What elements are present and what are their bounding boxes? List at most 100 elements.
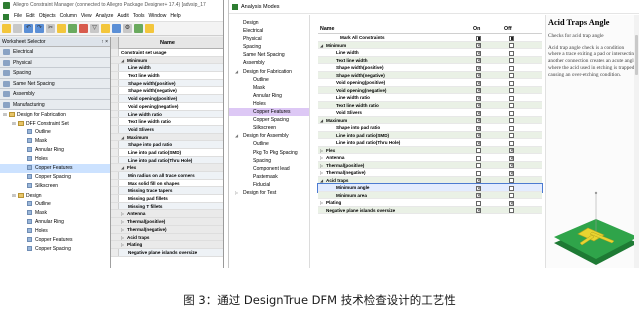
tree-item-annular-ring[interactable]: Annular Ring — [0, 146, 110, 155]
off-checkbox[interactable] — [509, 193, 514, 198]
analysis-row[interactable]: Line width ✕ — [318, 49, 542, 57]
tree-item-dff-constraint-set[interactable]: ⊟ DFF Constraint Set — [0, 119, 110, 128]
tree-item-holes[interactable]: Holes — [0, 227, 110, 236]
expanded-triangle-icon[interactable]: ◢ — [235, 132, 243, 140]
collapsed-triangle-icon[interactable]: ▷ — [235, 189, 243, 197]
on-checkbox[interactable]: ✕ — [476, 58, 481, 63]
scroll-thumb[interactable] — [635, 35, 638, 75]
worksheet-category-spacing[interactable]: Spacing — [0, 68, 110, 79]
worksheet-category-electrical[interactable]: Electrical — [0, 47, 110, 58]
on-checkbox[interactable]: ✕ — [476, 185, 481, 191]
worksheet-category-same-net-spacing[interactable]: Same Net Spacing — [0, 78, 110, 89]
tree-item-copper-features[interactable]: Copper Features — [0, 236, 110, 245]
analysis-row[interactable]: Shape width(negative) ✕ — [318, 71, 542, 79]
off-checkbox[interactable] — [509, 118, 514, 123]
off-checkbox[interactable] — [509, 88, 514, 93]
menu-edit[interactable]: Edit — [24, 11, 37, 21]
off-checkbox[interactable]: ✕ — [509, 200, 514, 206]
off-checkbox[interactable] — [509, 185, 514, 191]
constraint-row[interactable]: ◢ Flex — [111, 164, 223, 172]
on-checkbox[interactable]: ✕ — [476, 103, 481, 108]
on-checkbox[interactable]: ✕ — [476, 50, 481, 56]
constraint-row[interactable]: Line into pad ratio(SMD) — [111, 148, 223, 157]
analysis-row[interactable]: ▷ Thermal(negative) ✕ — [318, 169, 542, 177]
on-checkbox[interactable] — [476, 163, 481, 168]
analysis-row[interactable]: Shape width(positive) ✕ — [318, 64, 542, 72]
off-checkbox[interactable] — [509, 125, 514, 131]
off-checkbox[interactable]: ✕ — [509, 163, 514, 168]
nav-item-mask[interactable]: Mask — [229, 84, 309, 92]
nav-item-design-for-assembly[interactable]: ◢ Design for Assembly — [229, 132, 309, 140]
constraint-row[interactable]: Text line width — [111, 72, 223, 80]
constraint-row[interactable]: ▷ Thermal(positive) — [111, 218, 223, 226]
nav-item-same-net-spacing[interactable]: Same Net Spacing — [229, 51, 309, 59]
on-checkbox[interactable]: ✕ — [476, 140, 481, 146]
constraint-row[interactable]: Void Slivers — [111, 125, 223, 134]
on-checkbox[interactable]: ✕ — [476, 88, 481, 93]
constraint-row[interactable]: Shape width(negative) — [111, 87, 223, 96]
nav-item-assembly[interactable]: Assembly — [229, 59, 309, 67]
collapsed-triangle-icon[interactable]: ▷ — [320, 154, 323, 162]
nav-item-component-lead[interactable]: Component lead — [229, 165, 309, 173]
analysis-row[interactable]: Negative plane islands oversize ✕ — [318, 206, 542, 214]
settings-icon[interactable]: ⚙ — [123, 24, 132, 33]
panel-pin-close-icon[interactable]: ↑ × — [101, 37, 108, 47]
off-checkbox[interactable] — [509, 208, 514, 213]
on-checkbox[interactable] — [476, 170, 481, 176]
undo-icon[interactable]: ↶ — [24, 24, 33, 33]
off-checkbox[interactable] — [509, 58, 514, 63]
analysis-row[interactable]: Line into pad ratio(Thru Hole) ✕ — [318, 139, 542, 147]
analyze-icon[interactable] — [68, 24, 77, 33]
nav-item-physical[interactable]: Physical — [229, 35, 309, 43]
stop-icon[interactable] — [79, 24, 88, 33]
on-checkbox[interactable]: ✕ — [476, 208, 481, 213]
nav-item-design-for-test[interactable]: ▷ Design for Test — [229, 189, 309, 197]
cut-icon[interactable]: ✂ — [46, 24, 55, 33]
constraint-row[interactable]: Text line width ratio — [111, 118, 223, 126]
tree-item-copper-features[interactable]: Copper Features — [0, 164, 110, 173]
analysis-row[interactable]: Text line width ✕ — [318, 56, 542, 64]
off-checkbox[interactable] — [509, 110, 514, 116]
analysis-row[interactable]: ◢ Maximum ✕ — [318, 116, 542, 124]
menu-tools[interactable]: Tools — [131, 11, 147, 21]
off-checkbox[interactable] — [509, 73, 514, 78]
report-icon[interactable] — [145, 24, 154, 33]
menu-app-icon[interactable] — [3, 13, 9, 20]
right-scrollbar[interactable] — [634, 15, 639, 268]
off-checkbox[interactable] — [509, 133, 514, 138]
constraint-row[interactable]: Missing pad fillets — [111, 195, 223, 203]
nav-item-holes[interactable]: Holes — [229, 100, 309, 108]
off-checkbox[interactable] — [509, 140, 514, 146]
nav-item-design[interactable]: Design — [229, 19, 309, 27]
constraint-row[interactable]: ◢ Maximum — [111, 133, 223, 142]
expanded-triangle-icon[interactable]: ◢ — [235, 68, 243, 76]
redo-icon[interactable]: ↷ — [35, 24, 44, 33]
constraint-row[interactable]: ◢ Minimum — [111, 56, 223, 65]
on-checkbox[interactable]: ✕ — [476, 118, 481, 123]
tree-item-silkscreen[interactable]: Silkscreen — [0, 182, 110, 191]
constraint-row[interactable]: Missing trace tapers — [111, 187, 223, 196]
grid-column-header[interactable]: Name — [111, 37, 223, 49]
constraint-row[interactable]: Shape into pad ratio — [111, 141, 223, 149]
analysis-row[interactable]: Void opening(positive) ✕ — [318, 79, 542, 87]
worksheet-category-manufacturing[interactable]: Manufacturing — [0, 99, 110, 110]
analysis-row[interactable]: ▷ Flex ✕ — [318, 146, 542, 154]
menu-window[interactable]: Window — [147, 11, 169, 21]
nav-item-copper-spacing[interactable]: Copper Spacing — [229, 116, 309, 124]
constraint-row[interactable]: Line width ratio — [111, 110, 223, 119]
tree-item-mask[interactable]: Mask — [0, 137, 110, 146]
tree-item-copper-spacing[interactable]: Copper Spacing — [0, 173, 110, 182]
constraint-row[interactable]: Constraint set usage — [111, 49, 223, 57]
tree-item-design[interactable]: ⊟ Design — [0, 191, 110, 200]
collapsed-triangle-icon[interactable]: ▷ — [320, 162, 323, 170]
on-checkbox[interactable] — [476, 200, 481, 206]
on-checkbox[interactable]: ✕ — [476, 193, 481, 198]
tree-item-mask[interactable]: Mask — [0, 209, 110, 218]
analysis-row[interactable]: ▷ Plating ✕ — [318, 199, 542, 207]
nav-item-spacing[interactable]: Spacing — [229, 157, 309, 165]
on-checkbox[interactable]: ✕ — [476, 65, 481, 71]
off-checkbox[interactable]: ✕ — [509, 148, 514, 153]
nav-item-electrical[interactable]: Electrical — [229, 27, 309, 35]
constraint-row[interactable]: Min radius on all trace corners — [111, 172, 223, 180]
menu-audit[interactable]: Audit — [115, 11, 130, 21]
